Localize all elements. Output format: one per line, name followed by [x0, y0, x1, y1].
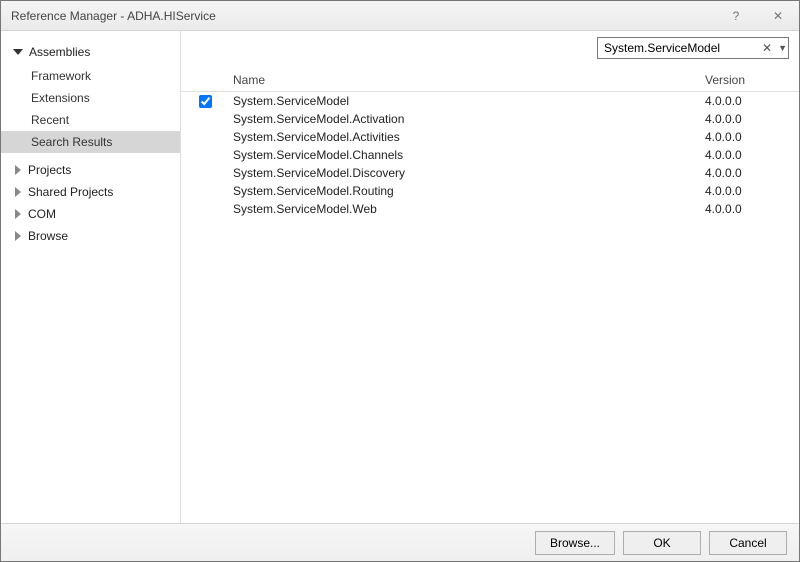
- sidebar-item[interactable]: Framework: [1, 65, 180, 87]
- search-box[interactable]: ✕ ▼: [597, 37, 789, 59]
- row-name: System.ServiceModel: [229, 94, 705, 108]
- sidebar-category[interactable]: Shared Projects: [1, 181, 180, 203]
- sidebar-category-label: Browse: [28, 229, 68, 243]
- sidebar-category[interactable]: Projects: [1, 159, 180, 181]
- window-title: Reference Manager - ADHA.HIService: [11, 9, 216, 23]
- row-name: System.ServiceModel.Channels: [229, 148, 705, 162]
- table-row[interactable]: System.ServiceModel.Channels4.0.0.0: [181, 146, 799, 164]
- table-row[interactable]: System.ServiceModel.Activities4.0.0.0: [181, 128, 799, 146]
- col-name-header[interactable]: Name: [229, 73, 705, 87]
- row-version: 4.0.0.0: [705, 112, 799, 126]
- sidebar-category[interactable]: COM: [1, 203, 180, 225]
- row-name: System.ServiceModel.Web: [229, 202, 705, 216]
- sidebar-category-label: Assemblies: [29, 45, 90, 59]
- help-icon[interactable]: ?: [715, 1, 757, 30]
- row-version: 4.0.0.0: [705, 94, 799, 108]
- results-list: Name Version System.ServiceModel4.0.0.0S…: [181, 69, 799, 523]
- row-name: System.ServiceModel.Activation: [229, 112, 705, 126]
- row-checkbox[interactable]: [199, 95, 212, 108]
- titlebar: Reference Manager - ADHA.HIService ? ✕: [1, 1, 799, 31]
- table-row[interactable]: System.ServiceModel4.0.0.0: [181, 92, 799, 110]
- sidebar-item[interactable]: Extensions: [1, 87, 180, 109]
- cancel-button[interactable]: Cancel: [709, 531, 787, 555]
- sidebar-category-label: COM: [28, 207, 56, 221]
- ok-button[interactable]: OK: [623, 531, 701, 555]
- sidebar-category[interactable]: Browse: [1, 225, 180, 247]
- main-panel: ✕ ▼ Name Version System.ServiceModel4.0.…: [181, 31, 799, 523]
- row-name: System.ServiceModel.Activities: [229, 130, 705, 144]
- row-version: 4.0.0.0: [705, 130, 799, 144]
- row-version: 4.0.0.0: [705, 166, 799, 180]
- list-header: Name Version: [181, 69, 799, 92]
- dialog-footer: Browse... OK Cancel: [1, 523, 799, 561]
- row-name: System.ServiceModel.Routing: [229, 184, 705, 198]
- row-version: 4.0.0.0: [705, 184, 799, 198]
- row-version: 4.0.0.0: [705, 202, 799, 216]
- row-check-cell: [181, 95, 229, 108]
- content: Assemblies FrameworkExtensionsRecentSearc…: [1, 31, 799, 523]
- sidebar: Assemblies FrameworkExtensionsRecentSearc…: [1, 31, 181, 523]
- col-check: [181, 73, 229, 87]
- close-icon[interactable]: ✕: [757, 1, 799, 30]
- search-input[interactable]: [604, 41, 759, 55]
- table-row[interactable]: System.ServiceModel.Discovery4.0.0.0: [181, 164, 799, 182]
- sidebar-category-label: Shared Projects: [28, 185, 113, 199]
- table-row[interactable]: System.ServiceModel.Routing4.0.0.0: [181, 182, 799, 200]
- row-name: System.ServiceModel.Discovery: [229, 166, 705, 180]
- sidebar-item[interactable]: Recent: [1, 109, 180, 131]
- table-row[interactable]: System.ServiceModel.Web4.0.0.0: [181, 200, 799, 218]
- rows-container: System.ServiceModel4.0.0.0System.Service…: [181, 92, 799, 523]
- table-row[interactable]: System.ServiceModel.Activation4.0.0.0: [181, 110, 799, 128]
- row-version: 4.0.0.0: [705, 148, 799, 162]
- sidebar-category-label: Projects: [28, 163, 71, 177]
- window-controls: ? ✕: [715, 1, 799, 30]
- sidebar-item[interactable]: Search Results: [1, 131, 180, 153]
- browse-button[interactable]: Browse...: [535, 531, 615, 555]
- search-dropdown-icon[interactable]: ▼: [775, 43, 787, 53]
- col-version-header[interactable]: Version: [705, 73, 799, 87]
- sidebar-category[interactable]: Assemblies: [1, 41, 180, 63]
- clear-search-icon[interactable]: ✕: [759, 41, 775, 55]
